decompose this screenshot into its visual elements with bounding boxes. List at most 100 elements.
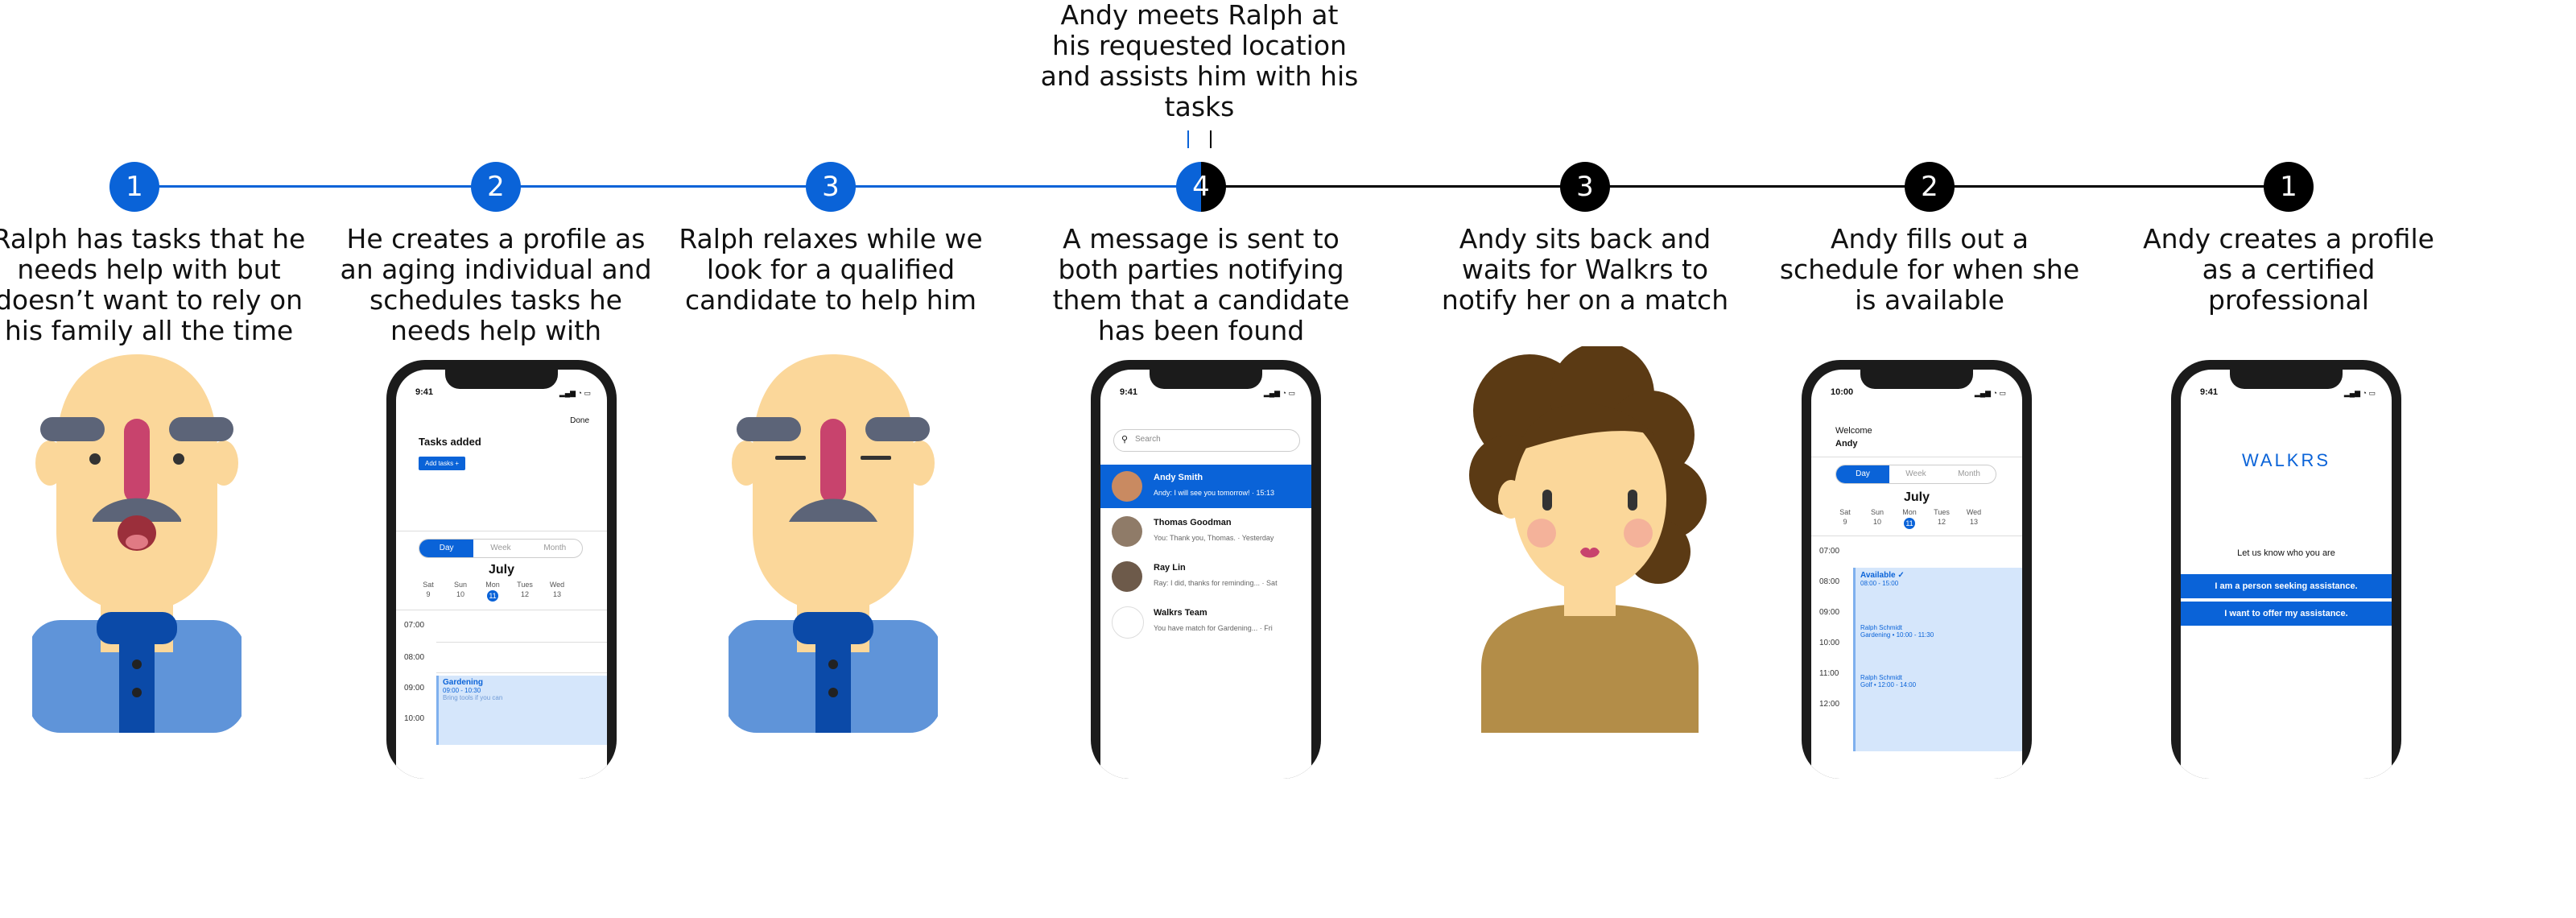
welcome-text: Welcome [1835,426,1872,436]
day-name: Tues [1934,508,1950,516]
step-4-shared: 4 [1176,162,1226,212]
avatar [1112,561,1142,592]
week-day-numbers: 9 10 11 12 13 [1829,518,1990,529]
seeking-assistance-button[interactable]: I am a person seeking assistance. [2181,574,2392,598]
event-detail: Gardening • 10:00 - 11:30 [1860,631,1934,639]
meeting-caption: Andy meets Ralph at his requested locati… [1040,0,1359,122]
phone-notch [1860,368,1973,389]
thread-preview: Andy: I will see you tomorrow! · 15:13 [1154,489,1275,497]
availability-block[interactable]: Available ✓ 08:00 - 15:00 Ralph Schmidt … [1853,568,2022,751]
offer-assistance-button[interactable]: I want to offer my assistance. [2181,602,2392,626]
phone-notch [2230,368,2343,389]
ralph-timeline-line [134,185,1200,188]
user-name: Andy [1835,439,1858,449]
welcome-screen: 9:41 ▂▄▆ ◔ ▭ WALKRS Let us know who you … [2181,370,2392,779]
step-1-ralph: 1 [109,162,159,212]
tasks-phone: 9:41 ▂▄▆ ◔ ▭ Done Tasks added Add tasks … [386,360,617,779]
gardening-task-event[interactable]: Gardening 09:00 - 10:30 Bring tools if y… [436,676,607,745]
tab-day[interactable]: Day [1836,465,1889,483]
thread-name: Thomas Goodman [1154,518,1232,527]
view-toggle[interactable]: Day Week Month [1835,465,1996,484]
day-name: Sun [453,581,467,589]
step-3-ralph-caption: Ralph relaxes while we look for a qualif… [679,223,983,316]
day-number[interactable]: 10 [1861,518,1893,529]
thread-name: Walkrs Team [1154,608,1208,618]
status-time: 10:00 [1831,387,1854,397]
schedule-phone: 10:00 ▂▄▆ ◔ ▭ Welcome Andy Day Week Mont… [1802,360,2032,779]
avatar [1112,516,1142,547]
schedule-screen: 10:00 ▂▄▆ ◔ ▭ Welcome Andy Day Week Mont… [1811,370,2022,779]
hour-label: 08:00 [404,653,425,662]
event-name: Ralph Schmidt [1860,674,1903,681]
tab-week[interactable]: Week [473,540,527,557]
step-2-andy-caption: Andy fills out a schedule for when she i… [1779,223,2080,316]
day-number[interactable]: 9 [1829,518,1861,529]
day-name: Tues [517,581,533,589]
event-title: Gardening [443,678,484,687]
thread-name: Ray Lin [1154,563,1186,573]
tab-month[interactable]: Month [1942,465,1996,483]
andy-illustration [1469,346,1707,733]
day-number[interactable]: 13 [541,590,573,602]
available-label: Available ✓ [1860,571,1905,580]
ralph-relaxed-illustration [729,354,938,733]
thread-andy-smith[interactable]: Andy Smith Andy: I will see you tomorrow… [1100,465,1311,508]
thread-walkrs-team[interactable]: Walkrs Team You have match for Gardening… [1100,600,1311,643]
step-1-andy-caption: Andy creates a profile as a certified pr… [2143,223,2434,316]
step-2-ralph: 2 [471,162,521,212]
hour-label: 07:00 [404,621,425,630]
step-3-andy-caption: Andy sits back and waits for Walkrs to n… [1441,223,1729,316]
hour-label: 10:00 [1819,639,1840,647]
hour-label: 11:00 [1819,669,1839,678]
messages-phone: 9:41 ▂▄▆ ◔ ▭ ⚲ Search Andy Smith Andy: I… [1091,360,1321,779]
connector-tick-black [1210,130,1212,148]
search-placeholder: Search [1135,435,1161,444]
step-1-andy: 1 [2264,162,2314,212]
hour-label: 09:00 [404,684,425,693]
phone-notch [1150,368,1262,389]
thread-ray-lin[interactable]: Ray Lin Ray: I did, thanks for reminding… [1100,555,1311,598]
available-time: 08:00 - 15:00 [1860,580,1899,587]
day-number[interactable]: 9 [412,590,444,602]
add-tasks-button[interactable]: Add tasks + [419,457,466,470]
day-number-selected[interactable]: 11 [1893,518,1926,529]
tab-week[interactable]: Week [1889,465,1942,483]
day-number[interactable]: 12 [509,590,541,602]
tab-day[interactable]: Day [419,540,474,557]
thread-preview: Ray: I did, thanks for reminding... · Sa… [1154,579,1278,587]
thread-preview: You have match for Gardening... · Fri [1154,624,1273,632]
day-number[interactable]: 12 [1926,518,1958,529]
month-label: July [1903,490,1930,504]
day-name: Sat [423,581,434,589]
search-bar[interactable]: ⚲ Search [1113,429,1300,452]
view-toggle[interactable]: Day Week Month [419,539,583,558]
week-day-names: Sat Sun Mon Tues Wed [412,581,573,589]
day-name: Mon [1902,508,1917,516]
step-3-andy: 3 [1560,162,1610,212]
step-3-ralph: 3 [806,162,856,212]
event-detail: Golf • 12:00 - 14:00 [1860,681,1917,688]
phone-notch [445,368,558,389]
tab-month[interactable]: Month [528,540,582,557]
day-number-selected[interactable]: 11 [477,590,509,602]
selected-day: 11 [487,590,498,602]
andy-timeline-line [1200,185,2290,188]
event-note: Bring tools if you can [443,694,503,701]
search-icon: ⚲ [1121,435,1129,445]
status-time: 9:41 [415,387,434,397]
done-button[interactable]: Done [570,416,589,425]
day-name: Mon [485,581,500,589]
selected-day: 11 [1904,518,1915,529]
event-time: 09:00 - 10:30 [443,687,481,694]
connector-tick-blue [1187,130,1189,148]
day-name: Wed [549,581,565,589]
hour-label: 12:00 [1819,700,1840,709]
step-1-ralph-caption: Ralph has tasks that he needs help with … [0,223,306,346]
day-number[interactable]: 13 [1958,518,1990,529]
signal-wifi-battery-icon: ▂▄▆ ◔ ▭ [1974,389,2006,397]
step-4-caption: A message is sent to both parties notify… [1052,223,1350,346]
tasks-title: Tasks added [419,436,481,448]
day-number[interactable]: 10 [444,590,477,602]
thread-thomas-goodman[interactable]: Thomas Goodman You: Thank you, Thomas. ·… [1100,510,1311,553]
event-name: Ralph Schmidt [1860,624,1903,631]
